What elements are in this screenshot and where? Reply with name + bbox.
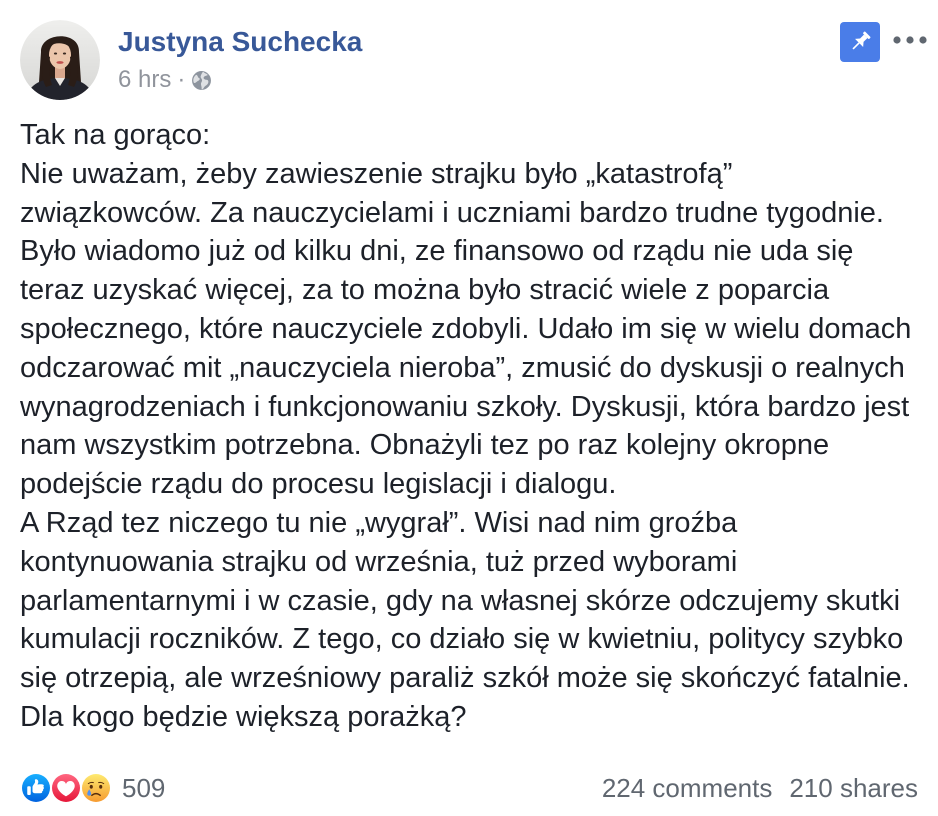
post-body: Tak na gorąco: Nie uważam, żeby zawiesze…: [20, 116, 911, 737]
avatar-image: [20, 20, 100, 100]
post-body-line: podejście rządu do procesu legislacji i …: [20, 468, 617, 501]
post-body-line: Było wiadomo już od kilku dni, ze finans…: [20, 235, 854, 268]
post-footer: 509 224 comments 210 shares: [0, 772, 938, 804]
post-timestamp-link[interactable]: 6 hrs: [118, 66, 171, 94]
post-meta: 6 hrs ·: [118, 66, 212, 94]
comments-count-link[interactable]: 224 comments: [602, 772, 773, 804]
post-body-line: kumulacji roczników. Z tego, co działo s…: [20, 623, 904, 656]
post-body-line: Nie uważam, żeby zawieszenie strajku był…: [20, 157, 733, 190]
globe-icon: [191, 70, 212, 91]
like-icon[interactable]: [20, 772, 52, 804]
more-options-button[interactable]: [889, 28, 931, 52]
post-body-line: kontynuowania strajku od września, tuż p…: [20, 545, 738, 578]
pin-icon: [852, 31, 871, 50]
meta-separator: ·: [177, 66, 186, 93]
author-name-link[interactable]: Justyna Suchecka: [118, 25, 362, 59]
post-body-line: związkowców. Za nauczycielami i uczniami…: [20, 196, 884, 229]
post-body-line: Tak na gorąco:: [20, 119, 211, 151]
shares-count-link[interactable]: 210 shares: [789, 772, 918, 804]
reaction-count[interactable]: 509: [122, 772, 165, 804]
post-body-line: parlamentarnymi i w czasie, gdy na własn…: [20, 584, 901, 617]
post-body-line: Dla kogo będzie większą porażką?: [20, 700, 467, 733]
author-avatar[interactable]: [20, 20, 100, 100]
reactions-summary[interactable]: 509: [20, 772, 165, 804]
sad-icon[interactable]: [80, 772, 112, 804]
post-body-line: wynagrodzeniach i funkcjonowaniu szkoły.…: [20, 390, 910, 423]
post-body-line: się otrzepią, ale wrześniowy paraliż szk…: [20, 662, 910, 695]
post-body-line: nam wszystkim potrzebna. Obnażyli tez po…: [20, 429, 830, 462]
love-icon[interactable]: [50, 772, 82, 804]
pin-button[interactable]: [840, 22, 880, 62]
post-body-line: społecznego, które nauczyciele zdobyli. …: [20, 312, 912, 345]
post-body-line: teraz uzyskać więcej, za to można było s…: [20, 274, 830, 307]
more-options-icon: [893, 36, 927, 44]
post-body-line: A Rząd tez niczego tu nie „wygrał”. Wisi…: [20, 506, 738, 539]
engagement-counts: 224 comments 210 shares: [602, 772, 918, 804]
post-body-line: odczarować mit „nauczyciela nieroba”, zm…: [20, 351, 905, 384]
